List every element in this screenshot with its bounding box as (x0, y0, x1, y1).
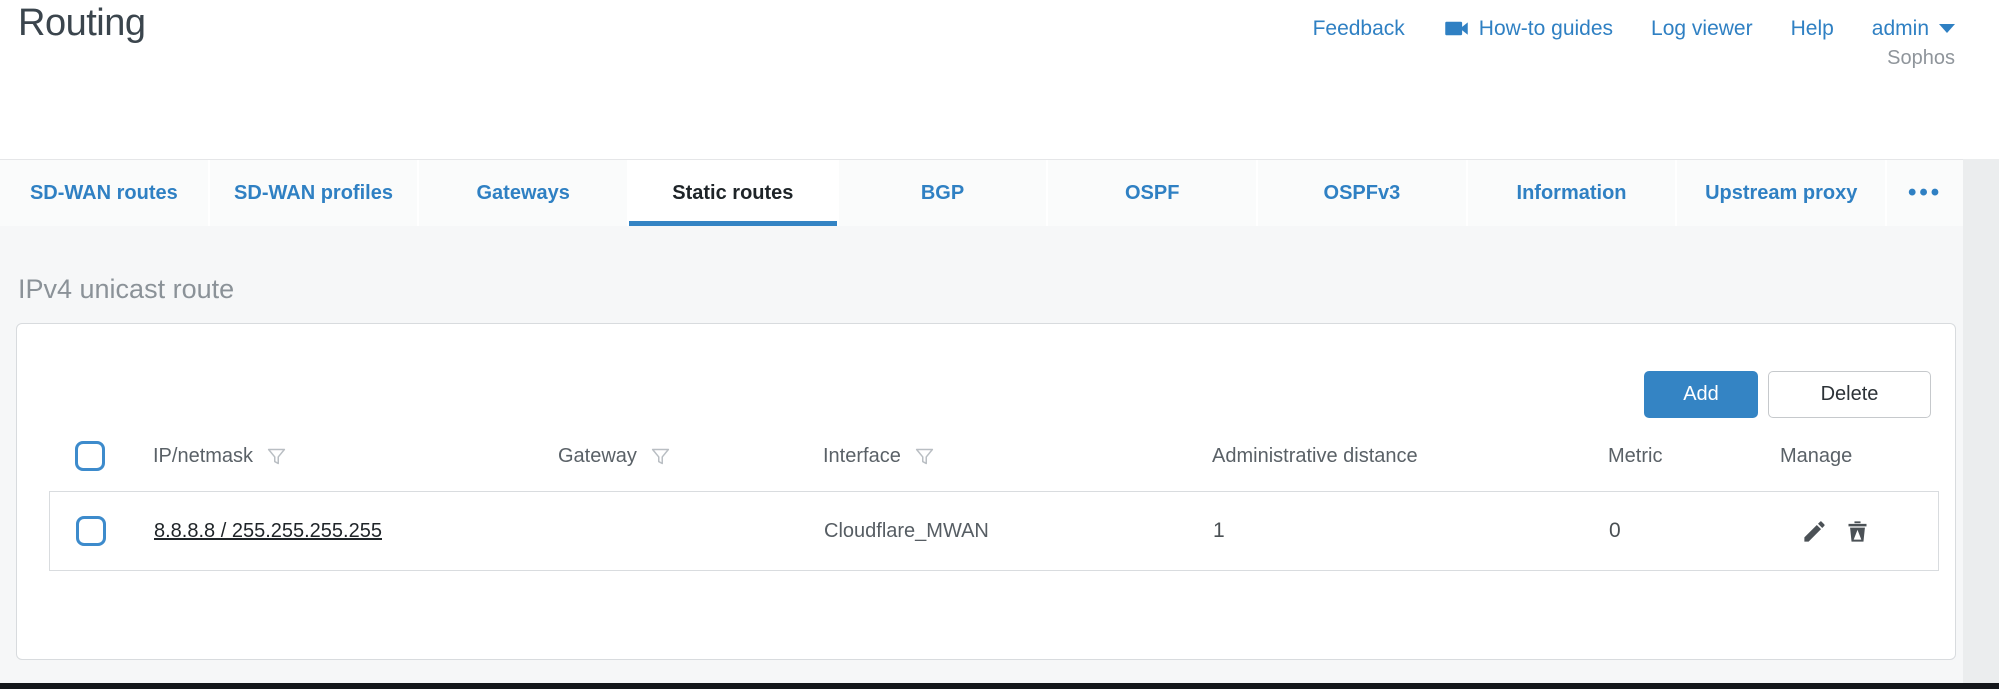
feedback-label: Feedback (1313, 17, 1405, 41)
cell-administrative-distance: 1 (1213, 519, 1609, 543)
org-label: Sophos (1887, 47, 1955, 70)
row-checkbox-cell (76, 516, 154, 546)
screen-bottom-edge (0, 683, 1999, 689)
column-ip-netmask: IP/netmask (153, 445, 558, 468)
tab-overflow-ellipsis-icon[interactable]: ••• (1885, 160, 1963, 226)
filter-funnel-icon[interactable] (914, 446, 935, 467)
column-gateway: Gateway (558, 445, 823, 468)
filter-funnel-icon[interactable] (650, 446, 671, 467)
column-ip-netmask-label: IP/netmask (153, 445, 253, 468)
column-manage-label: Manage (1780, 445, 1852, 468)
column-interface-label: Interface (823, 445, 901, 468)
admin-label: admin (1872, 17, 1929, 41)
right-gutter (1963, 159, 1999, 684)
admin-menu[interactable]: admin (1872, 17, 1955, 41)
tab-sd-wan-routes[interactable]: SD-WAN routes (0, 160, 208, 226)
column-administrative-distance: Administrative distance (1212, 445, 1608, 468)
row-checkbox[interactable] (76, 516, 106, 546)
howto-guides-link[interactable]: How-to guides (1443, 15, 1613, 42)
delete-button[interactable]: Delete (1768, 371, 1931, 418)
cell-interface: Cloudflare_MWAN (824, 520, 1213, 543)
tab-upstream-proxy[interactable]: Upstream proxy (1675, 160, 1885, 226)
help-label: Help (1791, 17, 1834, 41)
log-viewer-link[interactable]: Log viewer (1651, 17, 1753, 41)
header-checkbox-cell (75, 441, 153, 471)
section-heading: IPv4 unicast route (18, 274, 234, 305)
table-row: 8.8.8.8 / 255.255.255.255 Cloudflare_MWA… (49, 491, 1939, 571)
tab-gateways[interactable]: Gateways (417, 160, 627, 226)
cell-manage (1781, 518, 1938, 545)
add-button[interactable]: Add (1644, 371, 1758, 418)
page-title: Routing (18, 2, 145, 45)
column-manage: Manage (1780, 445, 1945, 468)
tab-sd-wan-profiles[interactable]: SD-WAN profiles (208, 160, 418, 226)
column-metric-label: Metric (1608, 445, 1662, 468)
feedback-link[interactable]: Feedback (1313, 17, 1405, 41)
ip-netmask-link[interactable]: 8.8.8.8 / 255.255.255.255 (154, 520, 382, 542)
delete-trash-icon[interactable] (1844, 518, 1871, 545)
table-header-row: IP/netmask Gateway Interface Administrat… (75, 436, 1945, 476)
page-header: Routing Feedback How-to guides Log viewe… (0, 0, 1999, 159)
column-metric: Metric (1608, 445, 1780, 468)
tab-static-routes[interactable]: Static routes (627, 160, 837, 226)
column-gateway-label: Gateway (558, 445, 637, 468)
ipv4-unicast-route-card: Add Delete IP/netmask Gateway Interface … (16, 323, 1956, 660)
filter-funnel-icon[interactable] (266, 446, 287, 467)
tab-ospf[interactable]: OSPF (1046, 160, 1256, 226)
cell-ip-netmask: 8.8.8.8 / 255.255.255.255 (154, 520, 559, 543)
edit-pencil-icon[interactable] (1801, 518, 1828, 545)
tab-ospfv3[interactable]: OSPFv3 (1256, 160, 1466, 226)
select-all-checkbox[interactable] (75, 441, 105, 471)
column-interface: Interface (823, 445, 1212, 468)
table-toolbar: Add Delete (1644, 371, 1931, 418)
tab-bgp[interactable]: BGP (837, 160, 1047, 226)
top-navigation: Feedback How-to guides Log viewer Help a… (1313, 15, 1955, 42)
tab-information[interactable]: Information (1466, 160, 1676, 226)
help-link[interactable]: Help (1791, 17, 1834, 41)
cell-metric: 0 (1609, 519, 1781, 543)
column-administrative-distance-label: Administrative distance (1212, 445, 1418, 468)
chevron-down-icon (1939, 24, 1955, 33)
video-camera-icon (1443, 15, 1470, 42)
howto-guides-label: How-to guides (1479, 17, 1613, 41)
log-viewer-label: Log viewer (1651, 17, 1753, 41)
routing-tabbar: SD-WAN routes SD-WAN profiles Gateways S… (0, 159, 1963, 226)
